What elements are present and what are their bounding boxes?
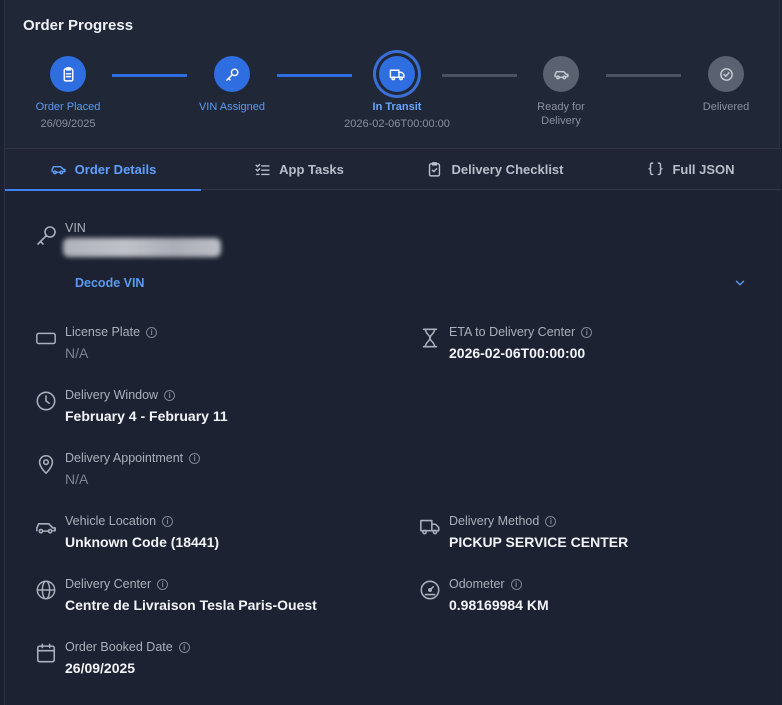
- delivery-method-label: Delivery Method: [449, 514, 540, 528]
- tab-label: Delivery Checklist: [451, 162, 564, 177]
- list-check-icon: [255, 163, 270, 176]
- odometer-field: Odometer i 0.98169984 KM: [419, 577, 759, 621]
- step-date: 2026-02-06T00:00:00: [344, 118, 450, 130]
- check-circle-icon: [708, 56, 744, 92]
- map-pin-icon: [38, 454, 54, 474]
- clipboard-check-icon: [429, 162, 441, 177]
- delivery-window-field: Delivery Window i February 4 - February 1…: [35, 388, 375, 432]
- page-title: Order Progress: [23, 17, 134, 34]
- order-details-content: VIN Decode VIN License Plate i N/A ETA to…: [5, 191, 781, 705]
- gauge-icon: [420, 580, 440, 600]
- delivery-appointment-field: Delivery Appointment i N/A: [35, 451, 375, 495]
- license-plate-field: License Plate i N/A: [35, 325, 375, 369]
- step-date: 26/09/2025: [40, 118, 96, 130]
- step-delivered: Delivered: [661, 56, 782, 114]
- globe-icon: [36, 580, 56, 600]
- tab-app-tasks[interactable]: App Tasks: [201, 149, 397, 190]
- vin-label: VIN: [65, 221, 86, 235]
- chevron-down-icon[interactable]: [733, 276, 747, 290]
- delivery-method-value: PICKUP SERVICE CENTER: [449, 534, 629, 550]
- order-progress-panel: Order Progress Order Placed 26/09/2025 V…: [3, 0, 782, 705]
- delivery-window-label: Delivery Window: [65, 388, 159, 402]
- info-icon[interactable]: i: [581, 326, 593, 338]
- delivery-appointment-value: N/A: [65, 471, 89, 487]
- decode-vin-button[interactable]: Decode VIN: [75, 276, 144, 290]
- info-icon[interactable]: i: [162, 515, 174, 527]
- step-in-transit: In Transit 2026-02-06T00:00:00: [332, 56, 462, 131]
- delivery-center-field: Delivery Center i Centre de Livraison Tes…: [35, 577, 415, 621]
- delivery-window-value: February 4 - February 11: [65, 408, 228, 424]
- key-icon: [37, 226, 56, 245]
- tab-delivery-checklist[interactable]: Delivery Checklist: [397, 149, 593, 190]
- step-label: Order Placed: [35, 101, 101, 113]
- car-icon: [543, 56, 579, 92]
- order-booked-date-value: 26/09/2025: [65, 660, 136, 676]
- calendar-icon: [36, 643, 56, 663]
- step-label: Delivered: [702, 101, 750, 113]
- info-icon[interactable]: i: [146, 326, 158, 338]
- tab-full-json[interactable]: Full JSON: [593, 149, 782, 190]
- order-booked-date-field: Order Booked Date i 26/09/2025: [35, 640, 375, 684]
- tab-order-details[interactable]: Order Details: [5, 149, 201, 191]
- tab-label: Full JSON: [672, 162, 735, 177]
- step-vin-assigned: VIN Assigned: [167, 56, 297, 114]
- license-plate-value: N/A: [65, 345, 89, 361]
- truck-icon: [420, 519, 440, 535]
- license-plate-icon: [36, 332, 56, 345]
- hourglass-icon: [422, 328, 438, 348]
- clock-icon: [36, 391, 56, 411]
- odometer-value: 0.98169984 KM: [449, 597, 549, 613]
- vehicle-location-label: Vehicle Location: [65, 514, 157, 528]
- odometer-label: Odometer: [449, 577, 505, 591]
- step-label: Ready for Delivery: [537, 101, 585, 127]
- info-icon[interactable]: i: [510, 578, 522, 590]
- car-icon: [36, 523, 56, 534]
- info-icon[interactable]: i: [178, 641, 190, 653]
- eta-value: 2026-02-06T00:00:00: [449, 345, 586, 361]
- vehicle-location-field: Vehicle Location i Unknown Code (18441): [35, 514, 375, 558]
- delivery-method-field: Delivery Method i PICKUP SERVICE CENTER: [419, 514, 759, 558]
- delivery-appointment-label: Delivery Appointment: [65, 451, 184, 465]
- eta-label: ETA to Delivery Center: [449, 325, 576, 339]
- step-label: VIN Assigned: [198, 101, 266, 113]
- info-icon[interactable]: i: [164, 389, 176, 401]
- delivery-center-value: Centre de Livraison Tesla Paris-Ouest: [65, 597, 317, 613]
- tab-label: Order Details: [74, 162, 157, 177]
- info-icon[interactable]: i: [189, 452, 201, 464]
- vehicle-location-value: Unknown Code (18441): [65, 534, 220, 550]
- car-icon: [51, 165, 66, 175]
- key-icon: [214, 56, 250, 92]
- info-icon[interactable]: i: [545, 515, 557, 527]
- step-ready-for-delivery: Ready for Delivery: [496, 56, 626, 128]
- braces-icon: [648, 162, 664, 176]
- tab-bar: Order Details App Tasks Delivery Checkli…: [5, 148, 782, 191]
- step-order-placed: Order Placed 26/09/2025: [3, 56, 133, 131]
- tab-label: App Tasks: [279, 162, 344, 177]
- order-booked-date-label: Order Booked Date: [65, 640, 173, 654]
- clipboard-icon: [50, 56, 86, 92]
- eta-field: ETA to Delivery Center i 2026-02-06T00:00…: [419, 325, 759, 369]
- license-plate-label: License Plate: [65, 325, 141, 339]
- step-label: In Transit: [372, 101, 422, 113]
- truck-icon: [379, 56, 415, 92]
- info-icon[interactable]: i: [157, 578, 169, 590]
- delivery-center-label: Delivery Center: [65, 577, 152, 591]
- vin-value-redacted: [63, 238, 221, 257]
